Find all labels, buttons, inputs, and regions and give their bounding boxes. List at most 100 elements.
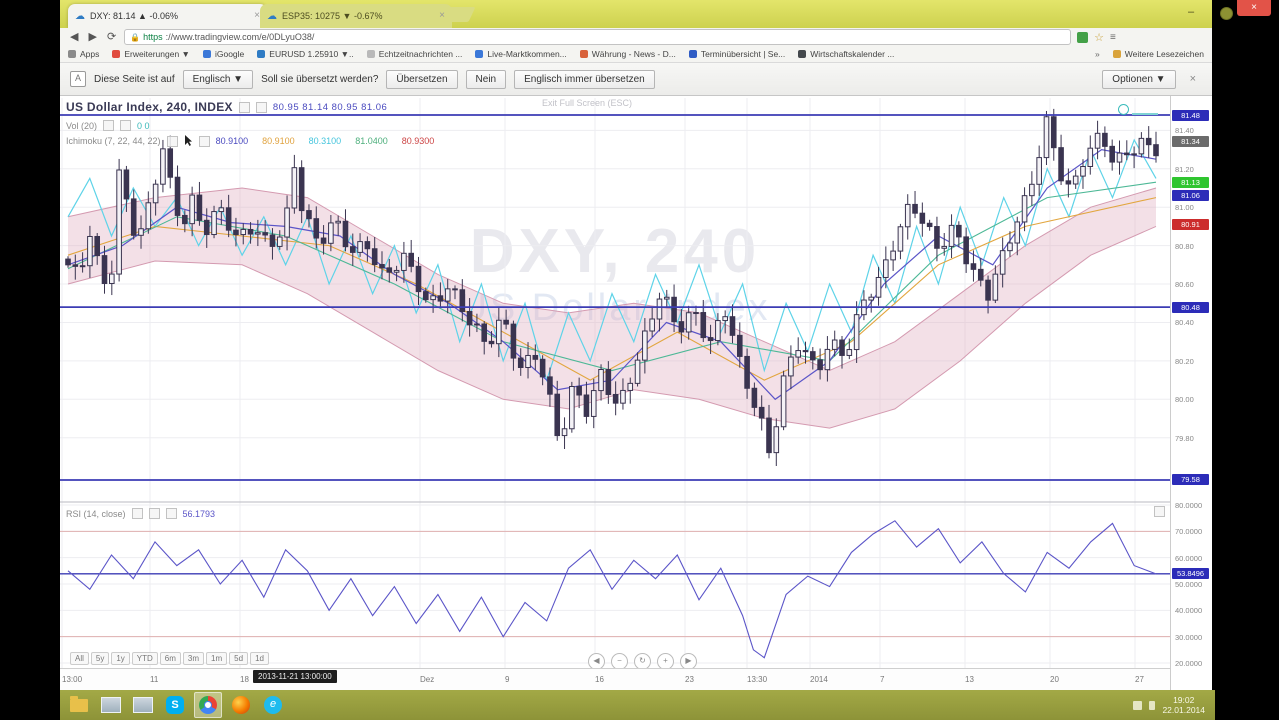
range-button-ytd[interactable]: YTD [132,652,158,665]
price-tick-label: 81.20 [1175,165,1194,174]
legend-toggle-icon[interactable] [120,120,131,131]
time-axis-label: 9 [505,675,509,684]
price-tick-label: 80.40 [1175,318,1194,327]
tab-dxy[interactable]: ☁ DXY: 81.14 ▲ -0.06% × [68,4,267,28]
taskbar-preview-icon[interactable] [130,693,156,717]
rsi-tick-label: 50.0000 [1175,580,1202,589]
range-button-6m[interactable]: 6m [160,652,181,665]
translate-no-button[interactable]: Nein [466,70,507,89]
bookmark-label: Echtzeitnachrichten ... [379,49,463,59]
price-badge: 79.58 [1172,474,1209,485]
translate-close-icon[interactable]: × [1190,73,1196,85]
time-tooltip: 2013-11-21 13:00:00 [253,670,337,683]
legend-toggle-icon[interactable] [167,136,178,147]
taskbar-ie-icon[interactable]: e [260,693,286,717]
padlock-icon: 🔒 [130,33,140,42]
chart-nav-buttons: ◀−↻+▶ [588,650,703,670]
taskbar-explorer-icon[interactable] [66,693,92,717]
range-button-3m[interactable]: 3m [183,652,204,665]
tradingview-page: DXY, 240 US Dollar Index Exit Full Scree… [60,96,1212,690]
new-tab-button[interactable] [443,7,476,22]
legend-toggle-icon[interactable] [166,508,177,519]
screen: ☁ DXY: 81.14 ▲ -0.06% × ☁ ESP35: 10275 ▼… [0,0,1279,720]
bookmark-item[interactable]: Erweiterungen ▼ [112,49,190,59]
legend-toggle-icon[interactable] [199,136,210,147]
rsi-tick-label: 80.0000 [1175,501,1202,510]
chart-canvas[interactable] [60,96,1170,690]
symbol-title[interactable]: US Dollar Index, 240, INDEX [66,100,233,114]
bookmark-item[interactable]: EURUSD 1.25910 ▼.. [257,49,353,59]
rsi-value: 56.1793 [183,509,216,519]
bookmark-favicon-icon [1113,50,1121,58]
bookmark-item[interactable]: iGoogle [203,49,244,59]
volume-label[interactable]: Vol (20) [66,121,97,131]
tab-label: DXY: 81.14 ▲ -0.06% [90,11,178,21]
legend-toggle-icon[interactable] [103,120,114,131]
speaker-icon[interactable] [1149,701,1155,710]
symbol-legend-row: US Dollar Index, 240, INDEX 80.95 81.14 … [66,100,387,114]
bookmark-item[interactable]: Währung - News - D... [580,49,676,59]
taskbar-chrome-icon[interactable] [194,692,222,718]
fullscreen-hint: Exit Full Screen (ESC) [542,98,632,108]
bookmark-item[interactable]: Weitere Lesezeichen [1113,49,1204,59]
translate-button[interactable]: Übersetzen [386,70,457,89]
price-badge: 80.91 [1172,219,1209,230]
bookmark-item[interactable]: Live-Marktkommen... [475,49,566,59]
restore-button[interactable] [1220,7,1233,20]
range-button-5y[interactable]: 5y [91,652,109,665]
taskbar-skype-icon[interactable]: S [162,693,188,717]
time-axis-label: 2014 [810,675,828,684]
price-tick-label: 81.00 [1175,203,1194,212]
rsi-expand-icon[interactable] [1154,506,1165,517]
tray-icon[interactable] [1133,701,1142,710]
bookmark-item[interactable]: Echtzeitnachrichten ... [367,49,463,59]
bookmark-item[interactable]: Apps [68,49,99,59]
price-badge: 80.48 [1172,302,1209,313]
minimize-button[interactable]: – [1188,6,1194,18]
close-window-button[interactable]: × [1237,0,1271,16]
forward-icon[interactable]: ▶ [86,30,98,44]
price-badge: 81.13 [1172,177,1209,188]
clock-time: 19:02 [1162,695,1205,705]
price-axis[interactable]: 81.4081.2081.0080.8080.6080.4080.2080.00… [1170,96,1212,690]
time-axis-label: 18 [240,675,249,684]
address-bar[interactable]: 🔒 https://www.tradingview.com/e/0DLyuO38… [124,29,1071,45]
translate-options-button[interactable]: Optionen ▼ [1102,70,1175,89]
bookmarks-overflow-icon[interactable]: » [1095,49,1100,59]
chrome-menu-icon[interactable]: ≡ [1110,32,1116,43]
reload-icon[interactable]: ⟳ [105,30,118,44]
url-text: ://www.tradingview.com/e/0DLyuO38/ [166,32,315,42]
taskbar-preview-icon[interactable] [98,693,124,717]
volume-legend-row: Vol (20) 0 0 [66,120,150,131]
bookmark-label: Erweiterungen ▼ [124,49,190,59]
tab-esp35[interactable]: ☁ ESP35: 10275 ▼ -0.67% × [260,4,452,28]
legend-toggle-icon[interactable] [239,102,250,113]
snapshot-icon[interactable] [1118,102,1158,120]
range-button-1d[interactable]: 1d [250,652,269,665]
range-button-1m[interactable]: 1m [206,652,227,665]
volume-values: 0 0 [137,121,150,131]
bookmark-item[interactable]: Wirtschaftskalender ... [798,49,894,59]
tradingview-cloud-icon: ☁ [75,11,85,22]
range-button-1y[interactable]: 1y [111,652,129,665]
mouse-cursor-icon [184,135,193,147]
translate-always-button[interactable]: Englisch immer übersetzen [514,70,655,89]
bookmark-favicon-icon [203,50,211,58]
ichimoku-label[interactable]: Ichimoku (7, 22, 44, 22) [66,136,161,146]
range-button-all[interactable]: All [70,652,89,665]
ichimoku-value: 80.9100 [216,136,249,146]
extension-icon[interactable] [1077,32,1088,43]
legend-toggle-icon[interactable] [132,508,143,519]
bookmark-star-icon[interactable]: ☆ [1094,31,1104,44]
language-select-button[interactable]: Englisch ▼ [183,70,253,89]
range-button-5d[interactable]: 5d [229,652,248,665]
time-axis[interactable]: 13:001118Dez9162313:3020147132027 [60,668,1170,690]
back-icon[interactable]: ◀ [68,30,80,44]
legend-toggle-icon[interactable] [149,508,160,519]
bookmark-item[interactable]: Terminübersicht | Se... [689,49,785,59]
taskbar-firefox-icon[interactable] [228,693,254,717]
rsi-label[interactable]: RSI (14, close) [66,509,126,519]
legend-toggle-icon[interactable] [256,102,267,113]
time-axis-label: 20 [1050,675,1059,684]
system-tray: 19:02 22.01.2014 [1133,695,1209,715]
